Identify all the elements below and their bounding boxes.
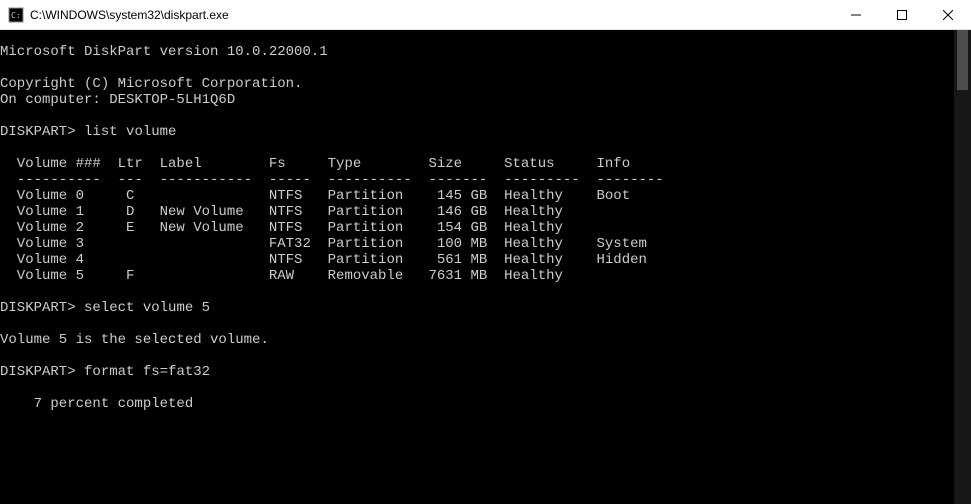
table-row: Volume 0 C NTFS Partition 145 GB Healthy… [0,188,630,204]
table-header: Volume ### Ltr Label Fs Type Size Status… [0,156,630,172]
command-list-volume: list volume [84,124,176,140]
table-row: Volume 2 E New Volume NTFS Partition 154… [0,220,563,236]
version-line: Microsoft DiskPart version 10.0.22000.1 [0,44,328,60]
scrollbar-thumb[interactable] [957,30,968,90]
scrollbar[interactable] [954,30,971,504]
console-output[interactable]: Microsoft DiskPart version 10.0.22000.1 … [0,30,954,504]
command-select-volume: select volume 5 [84,300,210,316]
table-row: Volume 4 NTFS Partition 561 MB Healthy H… [0,252,647,268]
selected-message: Volume 5 is the selected volume. [0,332,269,348]
window-title: C:\WINDOWS\system32\diskpart.exe [30,8,833,22]
progress-line: 7 percent completed [0,396,193,412]
svg-text:C:: C: [11,11,21,20]
window-controls [833,0,971,29]
prompt: DISKPART> [0,364,76,380]
computer-line: On computer: DESKTOP-5LH1Q6D [0,92,235,108]
close-button[interactable] [925,0,971,29]
titlebar: C: C:\WINDOWS\system32\diskpart.exe [0,0,971,30]
prompt: DISKPART> [0,300,76,316]
console-wrap: Microsoft DiskPart version 10.0.22000.1 … [0,30,971,504]
table-row: Volume 3 FAT32 Partition 100 MB Healthy … [0,236,647,252]
table-row: Volume 1 D New Volume NTFS Partition 146… [0,204,563,220]
app-icon: C: [8,7,24,23]
maximize-button[interactable] [879,0,925,29]
command-format: format fs=fat32 [84,364,210,380]
table-divider: ---------- --- ----------- ----- -------… [0,172,664,188]
copyright-line: Copyright (C) Microsoft Corporation. [0,76,302,92]
table-row: Volume 5 F RAW Removable 7631 MB Healthy [0,268,563,284]
prompt: DISKPART> [0,124,76,140]
minimize-button[interactable] [833,0,879,29]
